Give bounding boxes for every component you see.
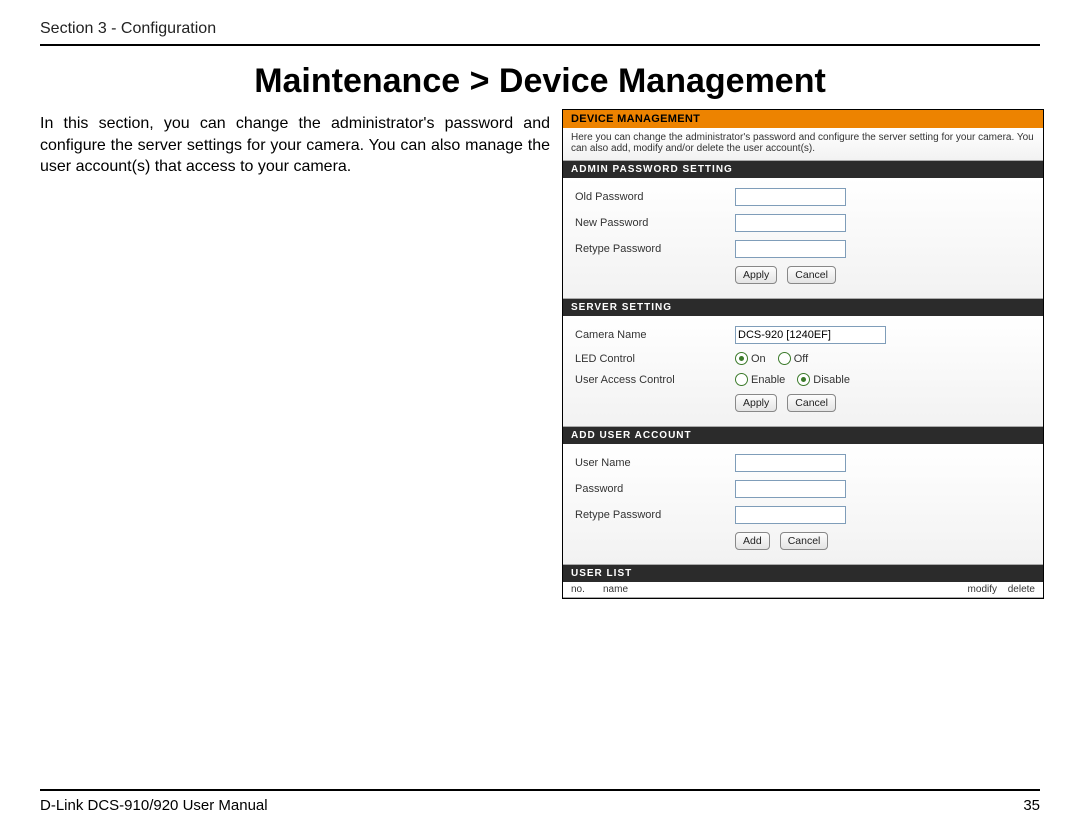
server-cancel-button[interactable]: Cancel: [787, 394, 836, 412]
admin-apply-button[interactable]: Apply: [735, 266, 777, 284]
col-name: name: [603, 584, 959, 595]
col-no: no.: [571, 584, 603, 595]
section-header: Section 3 - Configuration: [40, 20, 1040, 46]
page-title: Maintenance > Device Management: [40, 62, 1040, 101]
user-name-label: User Name: [575, 457, 735, 469]
footer-manual: D-Link DCS-910/920 User Manual: [40, 797, 268, 814]
device-management-panel: Device Management Here you can change th…: [562, 109, 1044, 599]
uac-disable-radio[interactable]: Disable: [797, 373, 850, 386]
retype-password-label: Retype Password: [575, 243, 735, 255]
user-list-header: User List: [563, 565, 1043, 582]
led-on-radio[interactable]: On: [735, 352, 766, 365]
retype-password-input[interactable]: [735, 240, 846, 258]
add-user-cancel-button[interactable]: Cancel: [780, 532, 829, 550]
col-delete: delete: [1001, 584, 1035, 595]
camera-name-label: Camera Name: [575, 329, 735, 341]
panel-note: Here you can change the administrator's …: [563, 128, 1043, 161]
led-on-label: On: [751, 353, 766, 365]
old-password-input[interactable]: [735, 188, 846, 206]
admin-password-header: Admin Password Setting: [563, 161, 1043, 178]
uac-enable-radio[interactable]: Enable: [735, 373, 785, 386]
add-user-button[interactable]: Add: [735, 532, 770, 550]
led-control-label: LED Control: [575, 353, 735, 365]
radio-icon: [797, 373, 810, 386]
led-off-label: Off: [794, 353, 808, 365]
radio-icon: [778, 352, 791, 365]
old-password-label: Old Password: [575, 191, 735, 203]
user-retype-input[interactable]: [735, 506, 846, 524]
intro-paragraph: In this section, you can change the admi…: [40, 113, 550, 178]
user-name-input[interactable]: [735, 454, 846, 472]
uac-disable-label: Disable: [813, 374, 850, 386]
server-setting-header: Server Setting: [563, 299, 1043, 316]
user-list-columns: no. name modify delete: [563, 582, 1043, 598]
new-password-input[interactable]: [735, 214, 846, 232]
user-retype-label: Retype Password: [575, 509, 735, 521]
new-password-label: New Password: [575, 217, 735, 229]
server-setting-section: Camera Name LED Control On Off: [563, 316, 1043, 427]
led-off-radio[interactable]: Off: [778, 352, 808, 365]
footer-page-number: 35: [1023, 797, 1040, 814]
col-modify: modify: [959, 584, 997, 595]
admin-cancel-button[interactable]: Cancel: [787, 266, 836, 284]
uac-enable-label: Enable: [751, 374, 785, 386]
add-user-section: User Name Password Retype Password Add C…: [563, 444, 1043, 565]
radio-icon: [735, 352, 748, 365]
admin-password-section: Old Password New Password Retype Passwor…: [563, 178, 1043, 299]
server-apply-button[interactable]: Apply: [735, 394, 777, 412]
radio-icon: [735, 373, 748, 386]
add-user-header: Add User Account: [563, 427, 1043, 444]
uac-label: User Access Control: [575, 374, 735, 386]
user-password-label: Password: [575, 483, 735, 495]
panel-header: Device Management: [563, 110, 1043, 128]
camera-name-input[interactable]: [735, 326, 886, 344]
user-password-input[interactable]: [735, 480, 846, 498]
